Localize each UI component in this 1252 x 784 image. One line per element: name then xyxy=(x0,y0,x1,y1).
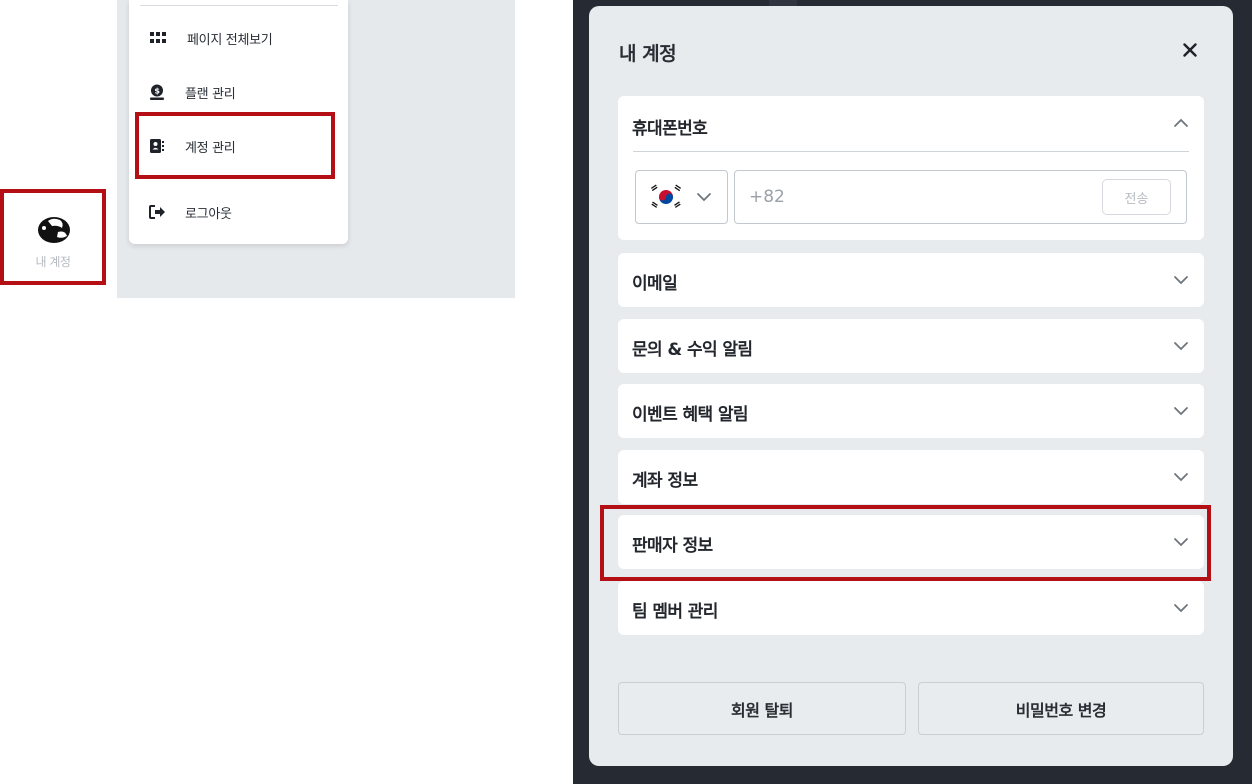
logout-icon xyxy=(129,205,185,219)
accordion-title: 휴대폰번호 xyxy=(632,119,708,139)
accordion-title: 팀 멤버 관리 xyxy=(632,602,718,622)
plan-icon: $ xyxy=(129,84,185,100)
withdraw-membership-button[interactable]: 회원 탈퇴 xyxy=(618,682,906,735)
modal-title: 내 계정 xyxy=(619,43,677,65)
accordion-bank-account[interactable]: 계좌 정보 xyxy=(618,450,1204,504)
menu-item-plan[interactable]: $ 플랜 관리 xyxy=(129,72,348,112)
chevron-down-icon xyxy=(1172,599,1190,617)
send-code-button[interactable]: 전송 xyxy=(1102,179,1171,215)
accordion-email[interactable]: 이메일 xyxy=(618,253,1204,307)
chevron-down-icon xyxy=(695,188,713,206)
my-account-modal: 내 계정 휴대폰번호 +82 전송 이메일 문의 & 수익 알림 이벤트 혜택 … xyxy=(589,6,1233,766)
accordion-title: 이메일 xyxy=(632,274,678,294)
highlight-box-my-account xyxy=(0,189,106,285)
accordion-event-benefit-alerts[interactable]: 이벤트 혜택 알림 xyxy=(618,384,1204,438)
close-button[interactable] xyxy=(1177,38,1203,64)
grid-icon xyxy=(129,32,187,44)
korea-flag-icon xyxy=(648,182,684,212)
change-password-button[interactable]: 비밀번호 변경 xyxy=(918,682,1204,735)
menu-divider xyxy=(140,5,338,6)
menu-item-logout[interactable]: 로그아웃 xyxy=(129,192,348,232)
accordion-title: 계좌 정보 xyxy=(632,471,698,491)
chevron-down-icon xyxy=(1172,271,1190,289)
chevron-down-icon xyxy=(1172,402,1190,420)
accordion-phone-number: 휴대폰번호 +82 전송 xyxy=(618,96,1204,240)
accordion-title: 문의 & 수익 알림 xyxy=(632,340,753,360)
svg-text:$: $ xyxy=(154,87,160,96)
accordion-inquiry-revenue-alerts[interactable]: 문의 & 수익 알림 xyxy=(618,319,1204,373)
menu-item-all-pages[interactable]: 페이지 전체보기 xyxy=(129,18,348,58)
phone-field: 전송 xyxy=(734,170,1187,224)
accordion-title: 이벤트 혜택 알림 xyxy=(632,405,749,425)
menu-item-label: 페이지 전체보기 xyxy=(187,32,273,48)
chevron-down-icon xyxy=(1172,468,1190,486)
accordion-header-phone[interactable]: 휴대폰번호 xyxy=(618,96,1204,152)
phone-number-input[interactable] xyxy=(749,185,1079,209)
close-icon xyxy=(1183,42,1197,61)
country-code-select[interactable] xyxy=(635,170,728,224)
chevron-down-icon xyxy=(1172,337,1190,355)
accordion-team-members[interactable]: 팀 멤버 관리 xyxy=(618,581,1204,635)
chevron-up-icon xyxy=(1172,114,1190,132)
highlight-box-account-settings xyxy=(135,112,335,179)
menu-item-label: 로그아웃 xyxy=(185,206,232,222)
highlight-box-seller-info xyxy=(600,505,1211,581)
menu-item-label: 플랜 관리 xyxy=(185,86,236,102)
accordion-divider xyxy=(633,151,1189,152)
